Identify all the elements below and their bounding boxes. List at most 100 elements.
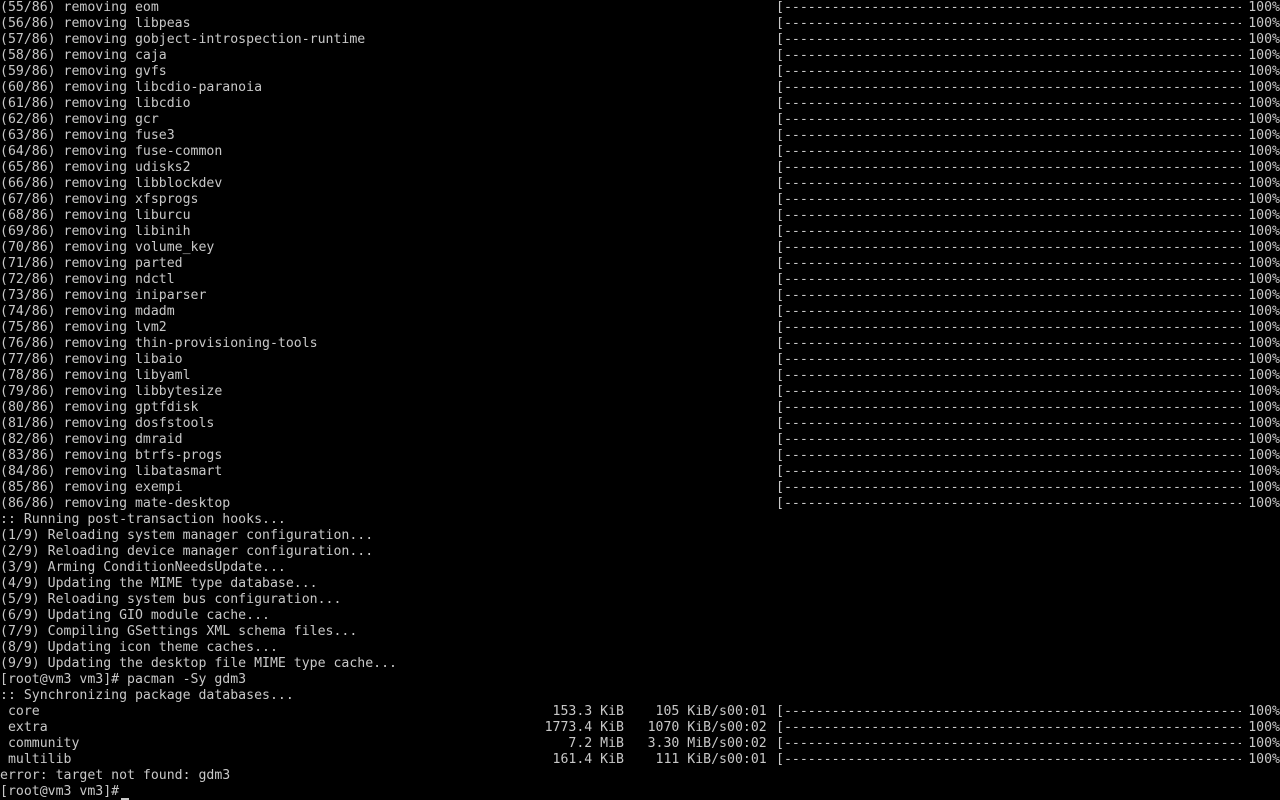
progress-percent: 100%	[1248, 48, 1280, 63]
shell-prompt[interactable]: [root@vm3 vm3]#	[0, 784, 130, 800]
hook-text: (5/9) Reloading system bus configuration…	[0, 592, 342, 607]
progress-percent: 100%	[1248, 272, 1280, 287]
hook-text: (6/9) Updating GIO module cache...	[0, 608, 270, 623]
removing-line: (76/86) removing thin-provisioning-tools…	[0, 336, 1280, 352]
progress-percent: 100%	[1248, 208, 1280, 223]
progress-percent: 100%	[1248, 240, 1280, 255]
progress-bar: [---------------------------------------…	[776, 720, 1241, 735]
removing-line: (73/86) removing iniparser [-------------…	[0, 288, 1280, 304]
removing-text: (78/86) removing libyaml	[0, 368, 191, 383]
progress-bar: [---------------------------------------…	[776, 32, 1241, 47]
removing-text: (72/86) removing ndctl	[0, 272, 175, 287]
progress-bar: [---------------------------------------…	[776, 160, 1241, 175]
progress-percent: 100%	[1248, 720, 1280, 735]
removing-text: (69/86) removing libinih	[0, 224, 191, 239]
progress-percent: 100%	[1248, 416, 1280, 431]
progress-bar: [---------------------------------------…	[776, 144, 1241, 159]
removing-text: (57/86) removing gobject-introspection-r…	[0, 32, 366, 47]
hook-line: (7/9) Compiling GSettings XML schema fil…	[0, 624, 1280, 640]
prompt-text: [root@vm3 vm3]#	[0, 784, 120, 799]
progress-percent: 100%	[1248, 352, 1280, 367]
download-eta: 00:02	[727, 736, 767, 751]
progress-percent: 100%	[1248, 80, 1280, 95]
progress-bar: [---------------------------------------…	[776, 224, 1241, 239]
progress-bar: [---------------------------------------…	[776, 272, 1241, 287]
download-speed: 3.30 MiB/s	[647, 736, 727, 751]
progress-bar: [---------------------------------------…	[776, 384, 1241, 399]
removing-line: (75/86) removing lvm2 [------------------…	[0, 320, 1280, 336]
progress-percent: 100%	[1248, 304, 1280, 319]
removing-text: (85/86) removing exempi	[0, 480, 183, 495]
removing-line: (55/86) removing eom [-------------------…	[0, 0, 1280, 16]
progress-bar: [---------------------------------------…	[776, 464, 1241, 479]
hook-text: (3/9) Arming ConditionNeedsUpdate...	[0, 560, 286, 575]
sync-header-text: :: Synchronizing package databases...	[0, 688, 294, 703]
removing-text: (71/86) removing parted	[0, 256, 183, 271]
removing-line: (81/86) removing dosfstools [------------…	[0, 416, 1280, 432]
progress-percent: 100%	[1248, 320, 1280, 335]
removing-line: (59/86) removing gvfs [------------------…	[0, 64, 1280, 80]
error-text: error: target not found: gdm3	[0, 768, 231, 783]
command-text: [root@vm3 vm3]# pacman -Sy gdm3	[0, 672, 247, 687]
progress-percent: 100%	[1248, 480, 1280, 495]
progress-percent: 100%	[1248, 16, 1280, 31]
progress-bar: [---------------------------------------…	[776, 0, 1241, 15]
removing-line: (61/86) removing libcdio [---------------…	[0, 96, 1280, 112]
download-speed: 111 KiB/s	[655, 752, 727, 767]
progress-bar: [---------------------------------------…	[776, 496, 1241, 511]
progress-bar: [---------------------------------------…	[776, 96, 1241, 111]
removing-text: (55/86) removing eom	[0, 0, 159, 15]
removing-text: (77/86) removing libaio	[0, 352, 183, 367]
progress-bar: [---------------------------------------…	[776, 208, 1241, 223]
hook-text: :: Running post-transaction hooks...	[0, 512, 286, 527]
removing-text: (58/86) removing caja	[0, 48, 167, 63]
removing-text: (56/86) removing libpeas	[0, 16, 191, 31]
progress-percent: 100%	[1248, 448, 1280, 463]
removing-line: (84/86) removing libatasmart [-----------…	[0, 464, 1280, 480]
removing-text: (81/86) removing dosfstools	[0, 416, 215, 431]
terminal-window[interactable]: (55/86) removing eom [-------------------…	[0, 0, 1280, 800]
progress-bar: [---------------------------------------…	[776, 416, 1241, 431]
sync-line: community 7.2 MiB 3.30 MiB/s 00:02 [--------…	[0, 736, 1280, 752]
download-size: 7.2 MiB	[568, 736, 624, 751]
progress-percent: 100%	[1248, 384, 1280, 399]
removing-line: (67/86) removing xfsprogs [--------------…	[0, 192, 1280, 208]
removing-line: (83/86) removing btrfs-progs [-----------…	[0, 448, 1280, 464]
progress-bar: [---------------------------------------…	[776, 112, 1241, 127]
removing-line: (72/86) removing ndctl [-----------------…	[0, 272, 1280, 288]
progress-percent: 100%	[1248, 160, 1280, 175]
removing-line: (62/86) removing gcr [-------------------…	[0, 112, 1280, 128]
progress-percent: 100%	[1248, 144, 1280, 159]
progress-percent: 100%	[1248, 0, 1280, 15]
repo-name: multilib	[0, 752, 72, 767]
progress-bar: [---------------------------------------…	[776, 304, 1241, 319]
download-size: 161.4 KiB	[552, 752, 624, 767]
removing-line: (77/86) removing libaio [----------------…	[0, 352, 1280, 368]
progress-bar: [---------------------------------------…	[776, 320, 1241, 335]
progress-percent: 100%	[1248, 368, 1280, 383]
removing-text: (82/86) removing dmraid	[0, 432, 183, 447]
sync-header-line: :: Synchronizing package databases...	[0, 688, 1280, 704]
hook-line: (1/9) Reloading system manager configura…	[0, 528, 1280, 544]
progress-bar: [---------------------------------------…	[776, 176, 1241, 191]
progress-percent: 100%	[1248, 32, 1280, 47]
removing-line: (58/86) removing caja [------------------…	[0, 48, 1280, 64]
progress-percent: 100%	[1248, 464, 1280, 479]
removing-text: (84/86) removing libatasmart	[0, 464, 223, 479]
hook-line: (4/9) Updating the MIME type database...	[0, 576, 1280, 592]
progress-bar: [---------------------------------------…	[776, 448, 1241, 463]
sync-line: extra 1773.4 KiB 1070 KiB/s 00:02 [---------…	[0, 720, 1280, 736]
hook-line: (9/9) Updating the desktop file MIME typ…	[0, 656, 1280, 672]
removing-line: (82/86) removing dmraid [----------------…	[0, 432, 1280, 448]
download-size: 1773.4 KiB	[544, 720, 624, 735]
hook-line: (8/9) Updating icon theme caches...	[0, 640, 1280, 656]
hook-line: (3/9) Arming ConditionNeedsUpdate...	[0, 560, 1280, 576]
hook-line: :: Running post-transaction hooks...	[0, 512, 1280, 528]
sync-line: multilib 161.4 KiB 111 KiB/s 00:01 [--------…	[0, 752, 1280, 768]
progress-percent: 100%	[1248, 256, 1280, 271]
sync-line: core 153.3 KiB 105 KiB/s 00:01 [------------…	[0, 704, 1280, 720]
command-line: [root@vm3 vm3]# pacman -Sy gdm3	[0, 672, 1280, 688]
removing-text: (75/86) removing lvm2	[0, 320, 167, 335]
progress-bar: [---------------------------------------…	[776, 64, 1241, 79]
removing-line: (63/86) removing fuse3 [-----------------…	[0, 128, 1280, 144]
